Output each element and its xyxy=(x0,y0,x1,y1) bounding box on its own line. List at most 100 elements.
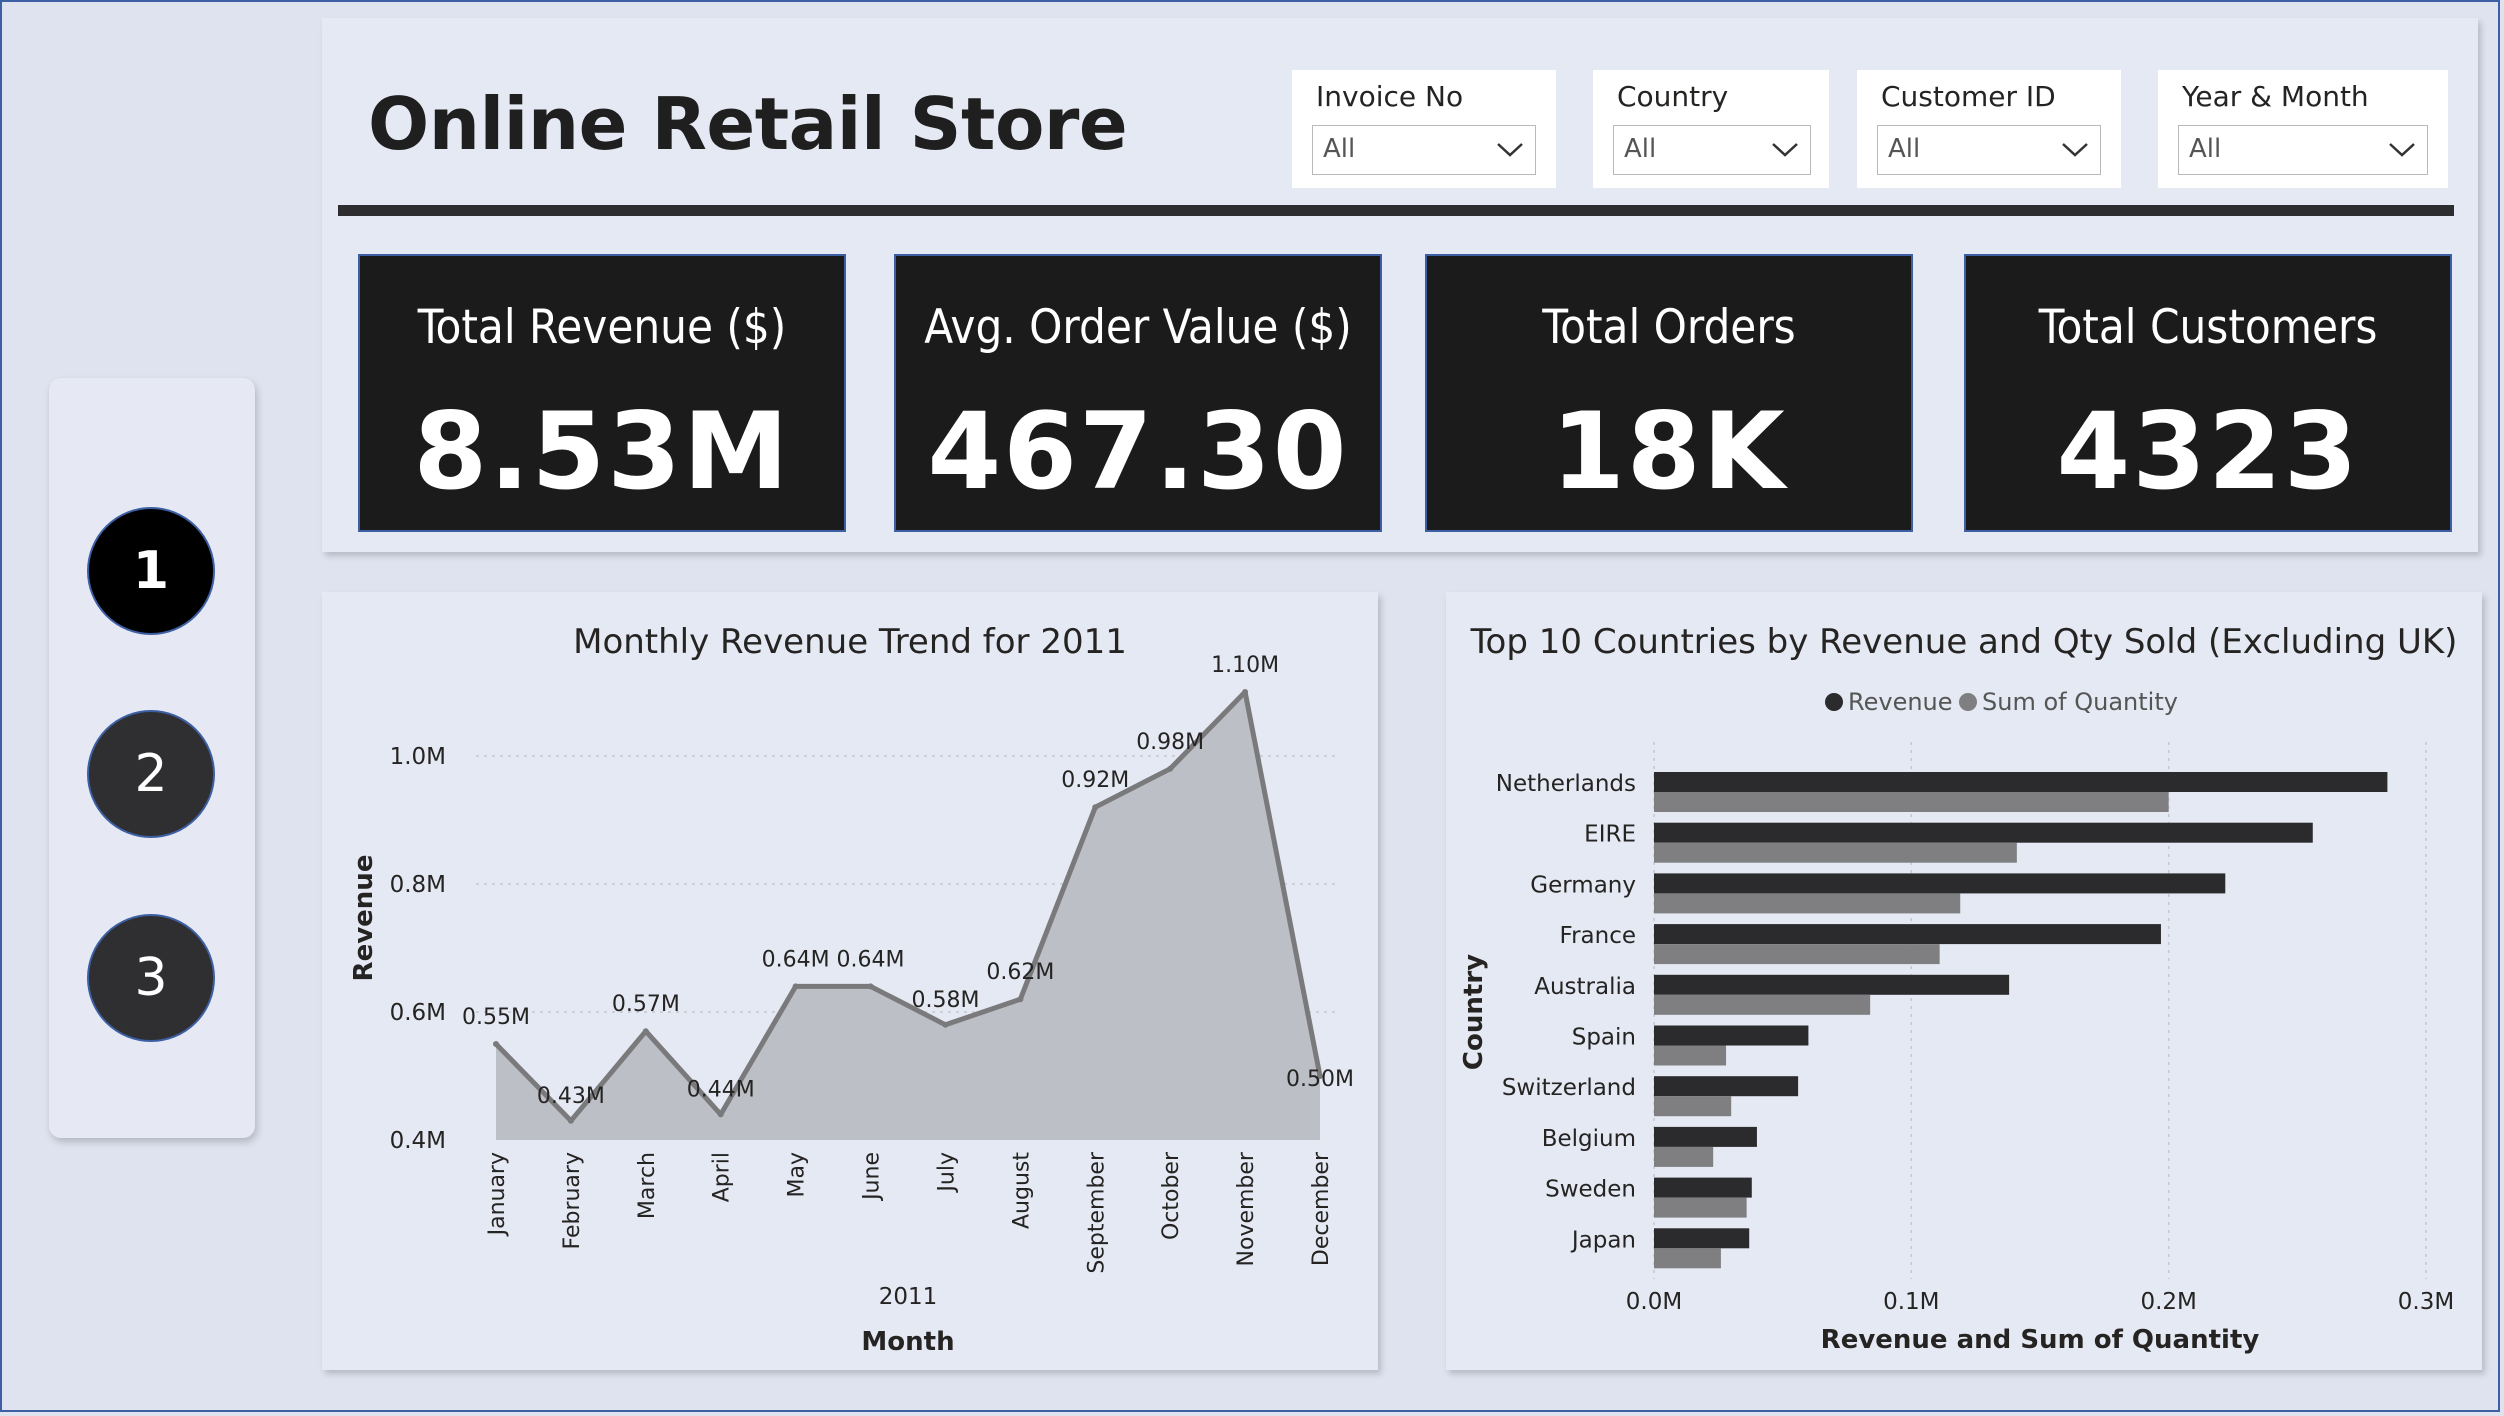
y-tick-label: 1.0M xyxy=(390,744,446,770)
top-countries-chart-card: Top 10 Countries by Revenue and Qty Sold… xyxy=(1446,592,2482,1370)
customer-id-dropdown[interactable]: All xyxy=(1877,125,2101,175)
legend-marker-icon xyxy=(1959,693,1977,711)
x-tick-label: 0.3M xyxy=(2398,1289,2454,1315)
area-fill xyxy=(496,692,1320,1140)
slicer-country: Country All xyxy=(1593,70,1829,188)
y-tick-label: Australia xyxy=(1534,974,1636,1000)
quantity-bar xyxy=(1654,994,1871,1015)
monthly-revenue-area-chart[interactable]: 0.4M 0.6M 0.8M 1.0M 0.55M 0.43M 0.57M 0.44M 0.64… xyxy=(322,592,1378,1370)
slicer-invoice-no: Invoice No All xyxy=(1292,70,1556,188)
quantity-bar xyxy=(1654,1197,1747,1218)
kpi-total-customers: Total Customers 4323 xyxy=(1964,254,2452,532)
nav-page-3-button[interactable]: 3 xyxy=(87,914,215,1042)
slicer-label: Invoice No xyxy=(1316,80,1464,113)
revenue-bar xyxy=(1654,1126,1757,1147)
x-tick-label: 0.1M xyxy=(1883,1289,1939,1315)
data-point xyxy=(1167,765,1174,772)
y-tick-label: Belgium xyxy=(1542,1126,1636,1152)
legend-marker-icon xyxy=(1825,693,1843,711)
y-tick-label: Germany xyxy=(1530,872,1636,898)
monthly-revenue-chart-card: Monthly Revenue Trend for 2011 0.4M 0.6M 0… xyxy=(322,592,1378,1370)
country-dropdown[interactable]: All xyxy=(1613,125,1811,175)
data-point xyxy=(792,983,799,990)
y-tick-label: France xyxy=(1560,923,1636,949)
data-label: 0.44M xyxy=(687,1077,755,1102)
slicer-label: Country xyxy=(1617,80,1729,113)
top-countries-bar-chart[interactable]: 0.0M 0.1M 0.2M 0.3M Revenue Sum of Quantity Ne… xyxy=(1446,592,2482,1370)
x-axis-title: Revenue and Sum of Quantity xyxy=(1821,1325,2260,1355)
y-tick-label: 0.6M xyxy=(390,1000,446,1026)
x-tick-label: October xyxy=(1159,1151,1184,1240)
x-tick-label: April xyxy=(710,1152,735,1202)
dropdown-value: All xyxy=(1888,134,1921,164)
kpi-value: 467.30 xyxy=(927,390,1349,513)
data-point xyxy=(867,983,874,990)
data-label: 0.98M xyxy=(1136,730,1204,755)
quantity-bar xyxy=(1654,1045,1727,1066)
y-tick-label: Switzerland xyxy=(1502,1075,1636,1101)
dropdown-value: All xyxy=(1323,134,1356,164)
kpi-value: 4323 xyxy=(2056,390,2360,513)
x-tick-label: 0.0M xyxy=(1626,1289,1682,1315)
data-label: 0.64M xyxy=(762,947,830,972)
x-tick-label: March xyxy=(635,1152,660,1219)
kpi-label: Total Revenue ($) xyxy=(417,300,787,355)
y-tick-label: Spain xyxy=(1572,1025,1636,1051)
data-label: 0.57M xyxy=(612,992,680,1017)
data-label: 0.43M xyxy=(537,1084,605,1109)
data-label: 0.50M xyxy=(1286,1067,1354,1092)
year-month-dropdown[interactable]: All xyxy=(2178,125,2428,175)
dropdown-value: All xyxy=(1624,134,1657,164)
slicer-label: Year & Month xyxy=(2182,80,2369,113)
revenue-bar xyxy=(1654,974,2010,995)
x-group-label: 2011 xyxy=(879,1284,938,1310)
x-tick-label: November xyxy=(1234,1151,1259,1266)
x-tick-label: August xyxy=(1009,1152,1034,1229)
data-point xyxy=(1092,804,1099,811)
nav-page-2-button[interactable]: 2 xyxy=(87,710,215,838)
y-axis-title: Revenue xyxy=(349,855,379,982)
quantity-bar xyxy=(1654,1248,1721,1269)
kpi-total-revenue: Total Revenue ($) 8.53M xyxy=(358,254,846,532)
revenue-bar xyxy=(1654,772,2388,792)
y-tick-label: 0.4M xyxy=(390,1128,446,1154)
data-point xyxy=(567,1117,574,1124)
data-label: 0.64M xyxy=(837,947,905,972)
data-label: 0.62M xyxy=(986,960,1054,985)
revenue-bar xyxy=(1654,1076,1799,1097)
data-label: 0.58M xyxy=(911,988,979,1013)
x-tick-label: January xyxy=(485,1152,510,1237)
kpi-value: 8.53M xyxy=(413,390,791,513)
legend-label: Revenue xyxy=(1848,688,1953,716)
nav-page-1-button[interactable]: 1 xyxy=(87,507,215,635)
data-point xyxy=(642,1028,649,1035)
chevron-down-icon xyxy=(2062,143,2088,157)
revenue-bar xyxy=(1654,1177,1752,1198)
chevron-down-icon xyxy=(2389,143,2415,157)
chevron-down-icon xyxy=(1497,143,1523,157)
quantity-bar xyxy=(1654,792,2169,812)
kpi-label: Total Orders xyxy=(1542,300,1796,355)
x-tick-label: September xyxy=(1084,1151,1109,1274)
kpi-value: 18K xyxy=(1551,390,1787,513)
chevron-down-icon xyxy=(1772,143,1798,157)
quantity-bar xyxy=(1654,893,1961,914)
x-tick-label: 0.2M xyxy=(2140,1289,2196,1315)
dropdown-value: All xyxy=(2189,134,2222,164)
x-tick-label: May xyxy=(785,1152,810,1197)
revenue-bar xyxy=(1654,1228,1750,1249)
y-tick-label: EIRE xyxy=(1584,822,1636,848)
quantity-bar xyxy=(1654,842,2017,863)
y-axis-title: Country xyxy=(1459,954,1489,1070)
kpi-total-orders: Total Orders 18K xyxy=(1425,254,1913,532)
data-label: 0.55M xyxy=(462,1005,530,1030)
slicer-customer-id: Customer ID All xyxy=(1857,70,2121,188)
slicer-label: Customer ID xyxy=(1881,80,2056,113)
y-tick-label: Japan xyxy=(1570,1227,1636,1253)
x-axis-title: Month xyxy=(861,1327,954,1357)
revenue-bar xyxy=(1654,924,2161,945)
quantity-bar xyxy=(1654,944,1940,965)
y-tick-label: Netherlands xyxy=(1496,771,1636,797)
legend-label: Sum of Quantity xyxy=(1982,688,2178,716)
invoice-no-dropdown[interactable]: All xyxy=(1312,125,1536,175)
